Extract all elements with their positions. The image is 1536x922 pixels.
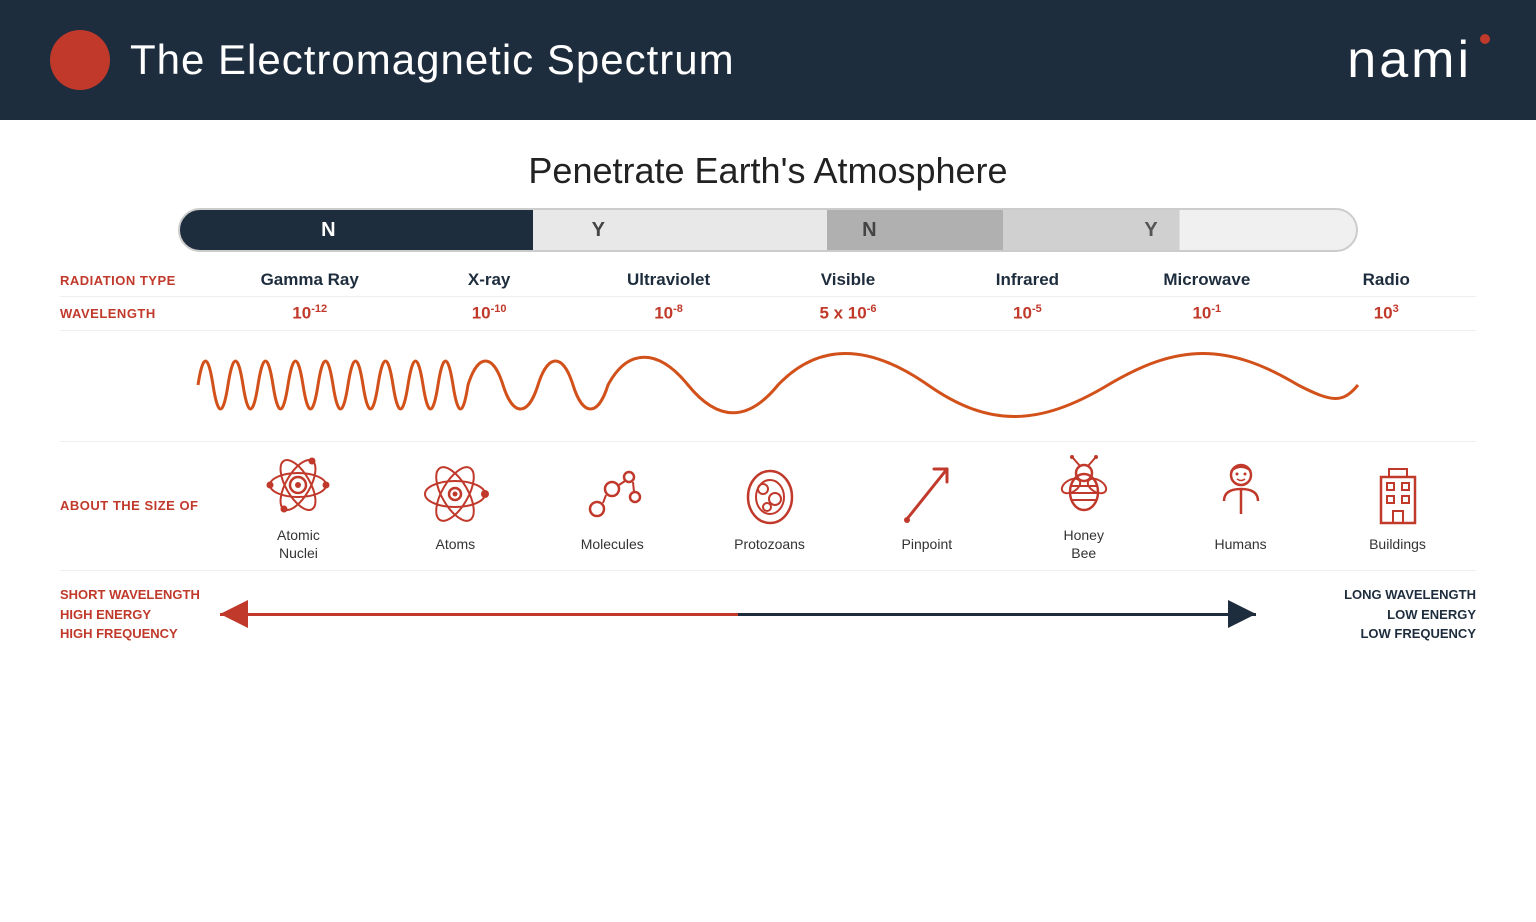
radiation-row-label: RADIATION TYPE	[60, 273, 220, 288]
radiation-type-row: RADIATION TYPE Gamma Ray X-ray Ultraviol…	[60, 264, 1476, 297]
bar-label-y2: Y	[1144, 219, 1157, 242]
icon-item-protozoans: Protozoans	[734, 459, 805, 553]
spectrum-arrow	[220, 589, 1256, 639]
wl-microwave: 10-1	[1147, 303, 1267, 324]
wl-xray: 10-10	[429, 303, 549, 324]
atomic-nuclei-icon	[263, 450, 333, 520]
wl-radio: 103	[1326, 303, 1446, 324]
header: The Electromagnetic Spectrum nami	[0, 0, 1536, 120]
size-section: ABOUT THE SIZE OF AtomicNuclei	[60, 441, 1476, 571]
radiation-cell-uv: Ultraviolet	[609, 270, 729, 290]
protozoans-icon	[735, 459, 805, 529]
radiation-cell-radio: Radio	[1326, 270, 1446, 290]
arrow-line-red	[220, 613, 738, 616]
icon-item-molecules: Molecules	[577, 459, 647, 553]
icon-item-pinpoint: Pinpoint	[892, 459, 962, 553]
wavelength-cells: 10-12 10-10 10-8 5 x 10-6 10-5 10-1 103	[220, 303, 1476, 324]
icon-label-protozoans: Protozoans	[734, 535, 805, 553]
main-content: Penetrate Earth's Atmosphere N Y N Y RAD…	[0, 120, 1536, 654]
icon-label-buildings: Buildings	[1369, 535, 1426, 553]
bottom-section: SHORT WAVELENGTH HIGH ENERGY HIGH FREQUE…	[60, 571, 1476, 644]
long-wavelength-label: LONG WAVELENGTH	[1256, 585, 1476, 605]
bar-label-n1: N	[321, 219, 335, 242]
spectrum-bar: N Y N Y	[178, 208, 1358, 252]
size-row-label: ABOUT THE SIZE OF	[60, 497, 220, 515]
icon-label-pinpoint: Pinpoint	[902, 535, 953, 553]
left-arrowhead	[220, 600, 248, 628]
logo-dot	[1480, 34, 1490, 44]
icons-row: AtomicNuclei Atoms	[220, 450, 1476, 562]
buildings-icon	[1363, 459, 1433, 529]
wave-svg	[168, 333, 1368, 438]
icon-label-atomic-nuclei: AtomicNuclei	[277, 526, 320, 562]
low-energy-label: LOW ENERGY	[1256, 605, 1476, 625]
header-circle-icon	[50, 30, 110, 90]
page-title: The Electromagnetic Spectrum	[130, 36, 735, 84]
short-wavelength-label: SHORT WAVELENGTH	[60, 585, 220, 605]
nami-logo: nami	[1347, 30, 1486, 90]
bottom-right-labels: LONG WAVELENGTH LOW ENERGY LOW FREQUENCY	[1256, 585, 1476, 644]
low-frequency-label: LOW FREQUENCY	[1256, 624, 1476, 644]
wl-gamma: 10-12	[250, 303, 370, 324]
icon-item-honey-bee: HoneyBee	[1049, 450, 1119, 562]
radiation-cell-xray: X-ray	[429, 270, 549, 290]
penetrate-title: Penetrate Earth's Atmosphere	[60, 150, 1476, 192]
radiation-cell-visible: Visible	[788, 270, 908, 290]
wl-uv: 10-8	[609, 303, 729, 324]
arrow-line-dark	[738, 613, 1256, 616]
icon-item-atomic-nuclei: AtomicNuclei	[263, 450, 333, 562]
high-energy-label: HIGH ENERGY	[60, 605, 220, 625]
bar-label-y1: Y	[592, 219, 605, 242]
icon-label-honey-bee: HoneyBee	[1063, 526, 1103, 562]
wl-visible: 5 x 10-6	[788, 303, 908, 324]
atoms-icon	[420, 459, 490, 529]
logo-text: nami	[1347, 31, 1472, 89]
high-frequency-label: HIGH FREQUENCY	[60, 624, 220, 644]
radiation-cell-microwave: Microwave	[1147, 270, 1267, 290]
honey-bee-icon	[1049, 450, 1119, 520]
icon-label-molecules: Molecules	[581, 535, 644, 553]
right-arrowhead	[1228, 600, 1256, 628]
molecules-icon	[577, 459, 647, 529]
icon-item-atoms: Atoms	[420, 459, 490, 553]
bar-label-n2: N	[862, 219, 876, 242]
spectrum-bar-container: N Y N Y	[60, 208, 1476, 252]
icon-item-buildings: Buildings	[1363, 459, 1433, 553]
wavelength-row-label: WAVELENGTH	[60, 306, 220, 321]
wavelength-row: WAVELENGTH 10-12 10-10 10-8 5 x 10-6 10-…	[60, 297, 1476, 331]
icon-label-humans: Humans	[1215, 535, 1267, 553]
header-left: The Electromagnetic Spectrum	[50, 30, 735, 90]
pinpoint-icon	[892, 459, 962, 529]
radiation-cells: Gamma Ray X-ray Ultraviolet Visible Infr…	[220, 270, 1476, 290]
icon-label-atoms: Atoms	[435, 535, 475, 553]
humans-icon	[1206, 459, 1276, 529]
radiation-cell-infrared: Infrared	[967, 270, 1087, 290]
bottom-left-labels: SHORT WAVELENGTH HIGH ENERGY HIGH FREQUE…	[60, 585, 220, 644]
icon-item-humans: Humans	[1206, 459, 1276, 553]
wave-section	[60, 331, 1476, 441]
radiation-cell-gamma: Gamma Ray	[250, 270, 370, 290]
wl-infrared: 10-5	[967, 303, 1087, 324]
